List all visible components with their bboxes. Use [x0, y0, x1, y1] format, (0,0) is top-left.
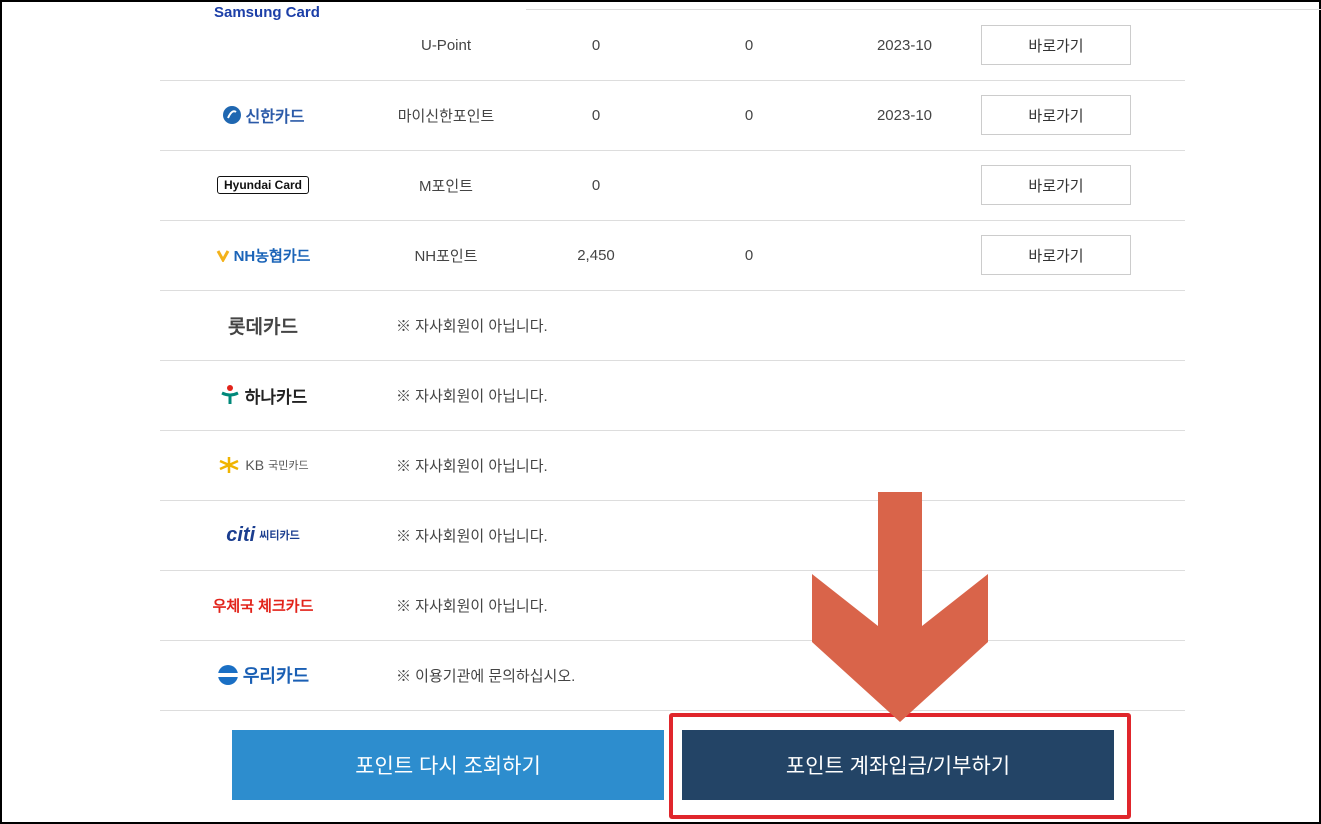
table-row: 우리카드 ※ 이용기관에 문의하십시오.	[160, 640, 1185, 711]
go-button-hyundai[interactable]: 바로가기	[981, 165, 1131, 205]
table-row: 신한카드 마이신한포인트 0 0 2023-10 바로가기	[160, 80, 1185, 151]
row-notice: ※ 이용기관에 문의하십시오.	[396, 667, 576, 685]
kb-card-logo: KB 국민카드	[217, 456, 309, 474]
available-points: 2,450	[577, 246, 615, 264]
hana-icon	[221, 385, 239, 404]
table-row: NH농협카드 NH포인트 2,450 0 바로가기	[160, 220, 1185, 291]
table-row: Hyundai Card M포인트 0 바로가기	[160, 150, 1185, 221]
available-points: 0	[591, 106, 601, 124]
row-notice: ※ 자사회원이 아닙니다.	[396, 317, 548, 335]
hana-card-logo: 하나카드	[219, 383, 307, 408]
go-button-shinhan[interactable]: 바로가기	[981, 95, 1131, 135]
point-name: NH포인트	[414, 247, 478, 265]
row-notice: ※ 자사회원이 아닙니다.	[396, 527, 548, 545]
woori-icon	[217, 665, 238, 685]
row-notice: ※ 자사회원이 아닙니다.	[396, 597, 548, 615]
expiring-points: 0	[744, 246, 754, 264]
nh-icon	[216, 250, 229, 262]
table-row: 롯데카드 ※ 자사회원이 아닙니다.	[160, 290, 1185, 361]
row-notice: ※ 자사회원이 아닙니다.	[396, 387, 548, 405]
table-row: citi 씨티카드 ※ 자사회원이 아닙니다.	[160, 500, 1185, 571]
available-points: 0	[591, 36, 601, 54]
samsung-card-logo: Samsung Card	[214, 4, 320, 21]
point-name: M포인트	[419, 177, 473, 195]
highlight-box	[669, 713, 1131, 819]
point-name: U-Point	[420, 36, 472, 54]
nh-card-logo: NH농협카드	[216, 245, 310, 266]
shinhan-card-logo: 신한카드	[222, 103, 304, 127]
expiry-date: 2023-10	[876, 36, 933, 54]
down-arrow-icon	[812, 492, 988, 722]
hyundai-card-logo: Hyundai Card	[216, 176, 309, 194]
available-points: 0	[591, 176, 601, 194]
shinhan-icon	[222, 106, 241, 124]
expiring-points: 0	[744, 106, 754, 124]
woori-card-logo: 우리카드	[217, 662, 309, 688]
post-office-card-logo: 우체국 체크카드	[212, 597, 314, 615]
requery-points-button[interactable]: 포인트 다시 조회하기	[232, 730, 664, 800]
citi-card-logo: citi 씨티카드	[226, 523, 300, 546]
point-name: 마이신한포인트	[397, 107, 495, 125]
table-row: KB 국민카드 ※ 자사회원이 아닙니다.	[160, 430, 1185, 501]
expiring-points: 0	[744, 36, 754, 54]
lotte-card-logo: 롯데카드	[228, 316, 298, 338]
table-row: Samsung Card U-Point 0 0 2023-10 바로가기	[160, 4, 1185, 81]
go-button-nh[interactable]: 바로가기	[981, 235, 1131, 275]
row-notice: ※ 자사회원이 아닙니다.	[396, 457, 548, 475]
go-button-samsung[interactable]: 바로가기	[981, 25, 1131, 65]
expiry-date: 2023-10	[876, 106, 933, 124]
kb-star-icon	[219, 457, 239, 473]
table-row: 우체국 체크카드 ※ 자사회원이 아닙니다.	[160, 570, 1185, 641]
table-row: 하나카드 ※ 자사회원이 아닙니다.	[160, 360, 1185, 431]
